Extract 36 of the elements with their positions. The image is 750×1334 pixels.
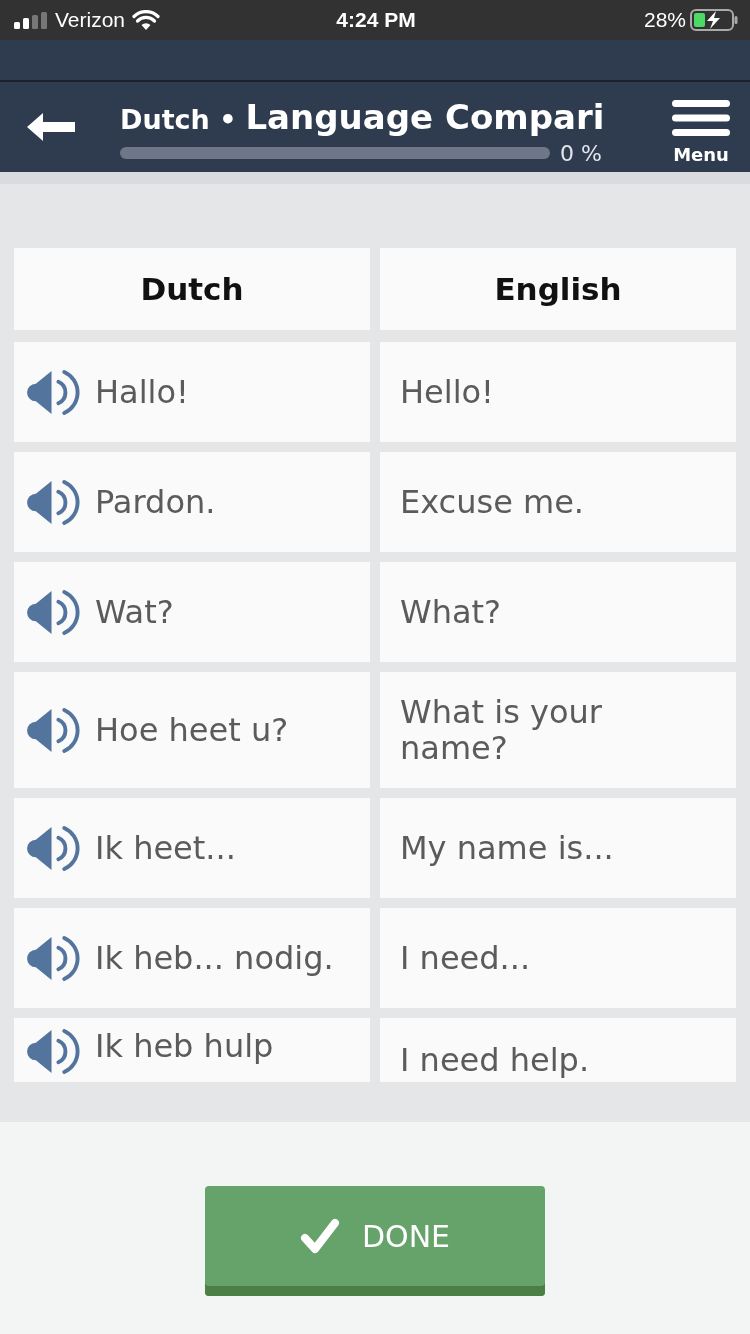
checkmark-icon [299,1217,340,1255]
menu-icon [672,99,730,136]
wifi-icon [132,10,161,30]
speaker-icon[interactable] [26,1028,80,1075]
phrase-text: Hallo! [95,374,189,410]
translation-text: What? [400,594,502,630]
battery-percent: 28% [643,8,686,32]
clock-time: 4:24 PM [336,8,416,32]
column-header: Dutch [14,248,370,330]
lesson-title: Language Compari [245,96,605,137]
language-label: Dutch • [120,103,237,135]
column-header: English [380,248,736,330]
translation-text: I need... [400,940,531,976]
speaker-icon[interactable] [26,706,80,754]
battery-charging-icon [690,9,738,31]
translation-text: What is your name? [400,694,603,766]
speaker-icon[interactable] [26,934,80,982]
translation-text: Hello! [400,374,494,410]
phrase-text: Ik heb... nodig. [95,940,334,976]
speaker-icon[interactable] [26,824,80,872]
phrase-text: Wat? [95,594,174,630]
menu-button[interactable]: Menu [672,99,730,165]
speaker-icon[interactable] [26,588,80,636]
phrase-text: Pardon. [95,484,216,520]
progress-percent: 0 % [560,140,602,166]
translation-text: My name is... [400,830,614,866]
speaker-icon[interactable] [26,478,80,526]
signal-icon [14,11,48,29]
back-arrow-icon[interactable] [27,113,75,141]
carrier-name: Verizon [55,8,126,32]
speaker-icon[interactable] [26,368,80,416]
translation-text: I need help. [400,1042,590,1078]
phrase-text: Hoe heet u? [95,712,289,748]
phrase-text: Ik heb hulp [95,1028,274,1064]
phrase-text: Ik heet... [95,830,236,866]
translation-text: Excuse me. [400,484,585,520]
